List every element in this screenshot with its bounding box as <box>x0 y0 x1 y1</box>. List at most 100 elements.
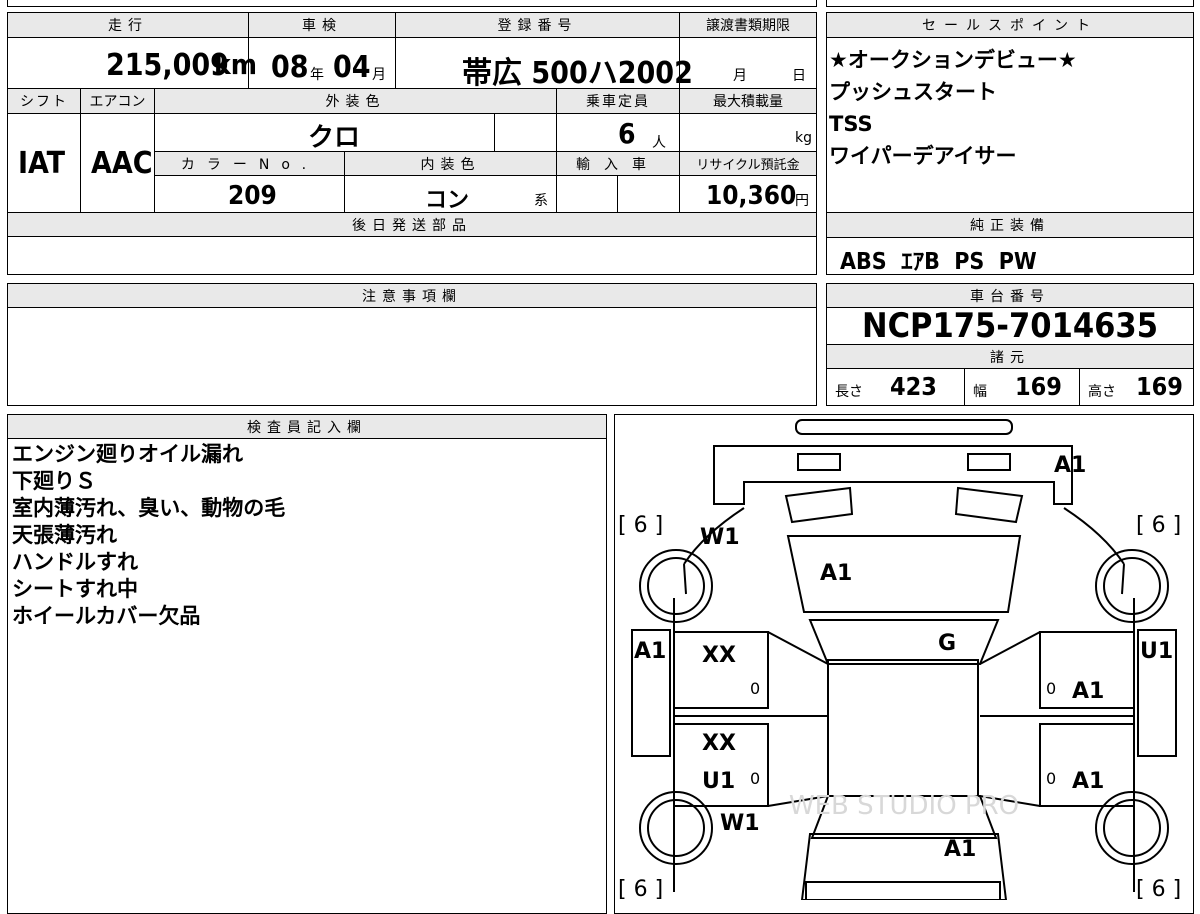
color-no-value: 209 <box>228 181 277 211</box>
capacity-header: 乗車定員 <box>556 88 680 114</box>
inspector-note: ハンドルすれ <box>12 550 138 574</box>
load-unit: kg <box>795 130 812 146</box>
year-unit: 年 <box>310 67 324 83</box>
interior-color-header: 内装色 <box>344 151 557 176</box>
zero-mark: 0 <box>750 769 760 788</box>
front-right-wheel-inner <box>1103 557 1161 615</box>
inspector-note: 天張薄汚れ <box>12 523 117 547</box>
top-cut-right <box>826 0 1194 7</box>
rear-mark: A1 <box>944 837 976 862</box>
divider <box>617 176 618 212</box>
sales-point-item: プッシュスタート <box>829 80 997 104</box>
inspection-year: 08 <box>271 50 309 85</box>
inspection-header: 車検 <box>248 12 396 38</box>
month-unit: 月 <box>372 67 386 83</box>
divider <box>80 114 81 212</box>
sales-point-header: セールスポイント <box>826 12 1194 38</box>
inspector-header: 検査員記入欄 <box>7 414 607 439</box>
tread-rear-right: [ 6 ] <box>1136 877 1181 900</box>
shift-value: IAT <box>18 146 66 181</box>
left-rear-door-mark-2: U1 <box>702 769 735 794</box>
car-diagram: WEB STUDIO PRO [ 6 ] [ 6 ] [ 6 ] [ 6 ] A… <box>618 419 1181 900</box>
front-bumper-shape <box>795 419 1013 435</box>
right-rear-door-mark: A1 <box>1072 769 1104 794</box>
front-left-wheel-outer <box>639 549 713 623</box>
rear-left-wheel-outer <box>639 791 713 865</box>
inspector-note: ホイールカバー欠品 <box>12 604 201 628</box>
exterior-color-header: 外装色 <box>154 88 557 114</box>
notes-header: 注意事項欄 <box>7 283 817 308</box>
front-left-wheel-mark: W1 <box>700 525 740 550</box>
width-label: 幅 <box>973 384 987 400</box>
tread-rear-left: [ 6 ] <box>618 877 663 900</box>
length-value: 423 <box>890 372 937 401</box>
front-bumper-mark: A1 <box>1054 453 1086 478</box>
front-light-left <box>797 453 841 471</box>
interior-suffix: 系 <box>534 193 548 209</box>
divider <box>964 369 965 406</box>
front-left-wheel-inner <box>647 557 705 615</box>
mileage-unit: km <box>214 48 257 81</box>
deadline-day-unit: 日 <box>792 68 806 84</box>
inspector-note: 室内薄汚れ、臭い、動物の毛 <box>12 496 286 520</box>
shift-header: シフト <box>7 88 81 114</box>
body-outline-left <box>683 507 745 595</box>
top-cut-row <box>7 0 817 7</box>
registration-number: 帯広 500ハ2002 <box>462 56 693 91</box>
headlight-left <box>784 486 854 524</box>
chassis-header: 車台番号 <box>826 283 1194 308</box>
left-front-fender-mark: A1 <box>634 639 666 664</box>
length-label: 長さ <box>835 384 863 400</box>
inspector-note: エンジン廻りオイル漏れ <box>12 442 243 466</box>
divider <box>494 114 495 152</box>
divider <box>344 176 345 212</box>
divider <box>395 38 396 88</box>
front-right-wheel-outer <box>1095 549 1169 623</box>
rear-left-wheel-mark: W1 <box>720 811 760 836</box>
exterior-color-value: クロ <box>308 123 361 153</box>
divider <box>1079 369 1080 406</box>
sales-point-list: ★オークションデビュー★ プッシュスタート TSS ワイパーデアイサー <box>829 44 1077 172</box>
roof-shape <box>827 659 979 797</box>
aircon-header: エアコン <box>80 88 155 114</box>
tread-front-right: [ 6 ] <box>1136 513 1181 538</box>
rear-right-wheel-inner <box>1103 799 1161 857</box>
height-value: 169 <box>1136 372 1183 401</box>
deadline-month-unit: 月 <box>733 68 747 84</box>
genuine-equipment-items: ABS ｴｱB PS PW <box>840 249 1037 275</box>
right-front-door-mark: A1 <box>1072 679 1104 704</box>
left-front-door-mark: XX <box>702 643 736 668</box>
inspector-notes: エンジン廻りオイル漏れ 下廻りＳ 室内薄汚れ、臭い、動物の毛 天張薄汚れ ハンド… <box>12 441 285 630</box>
later-parts-header: 後日発送部品 <box>7 212 817 237</box>
genuine-equipment-header: 純正装備 <box>826 212 1194 238</box>
body-outline-right <box>1063 507 1125 595</box>
sales-point-item: TSS <box>829 112 873 136</box>
mileage-header: 走行 <box>7 12 249 38</box>
color-no-header: カラーNo. <box>154 151 345 176</box>
front-light-right <box>967 453 1011 471</box>
max-load-header: 最大積載量 <box>679 88 817 114</box>
zero-mark: 0 <box>1046 679 1056 698</box>
recycle-fee-value: 10,360 <box>706 181 797 211</box>
specs-header: 諸元 <box>826 344 1194 369</box>
inspection-month: 04 <box>333 50 371 85</box>
watermark: WEB STUDIO PRO <box>789 791 1019 821</box>
sales-point-item: ワイパーデアイサー <box>829 144 1017 168</box>
inspector-note: 下廻りＳ <box>12 469 96 493</box>
chassis-number: NCP175-7014635 <box>862 306 1158 346</box>
zero-mark: 0 <box>750 679 760 698</box>
import-header: 輸入車 <box>556 151 680 176</box>
right-front-fender-mark: U1 <box>1140 639 1173 664</box>
inspector-note: シートすれ中 <box>12 577 138 601</box>
width-value: 169 <box>1015 372 1062 401</box>
windshield-mark: G <box>938 631 956 656</box>
capacity-value: 6 <box>618 117 636 150</box>
recycle-header: リサイクル預託金 <box>679 151 817 176</box>
yen-unit: 円 <box>795 193 809 209</box>
rear-bumper-shape <box>805 881 1001 900</box>
sales-point-item: ★オークションデビュー★ <box>829 48 1077 72</box>
zero-mark: 0 <box>1046 769 1056 788</box>
hood-mark: A1 <box>820 561 852 586</box>
interior-color-value: コン <box>425 188 470 213</box>
left-rear-door-mark-1: XX <box>702 731 736 756</box>
